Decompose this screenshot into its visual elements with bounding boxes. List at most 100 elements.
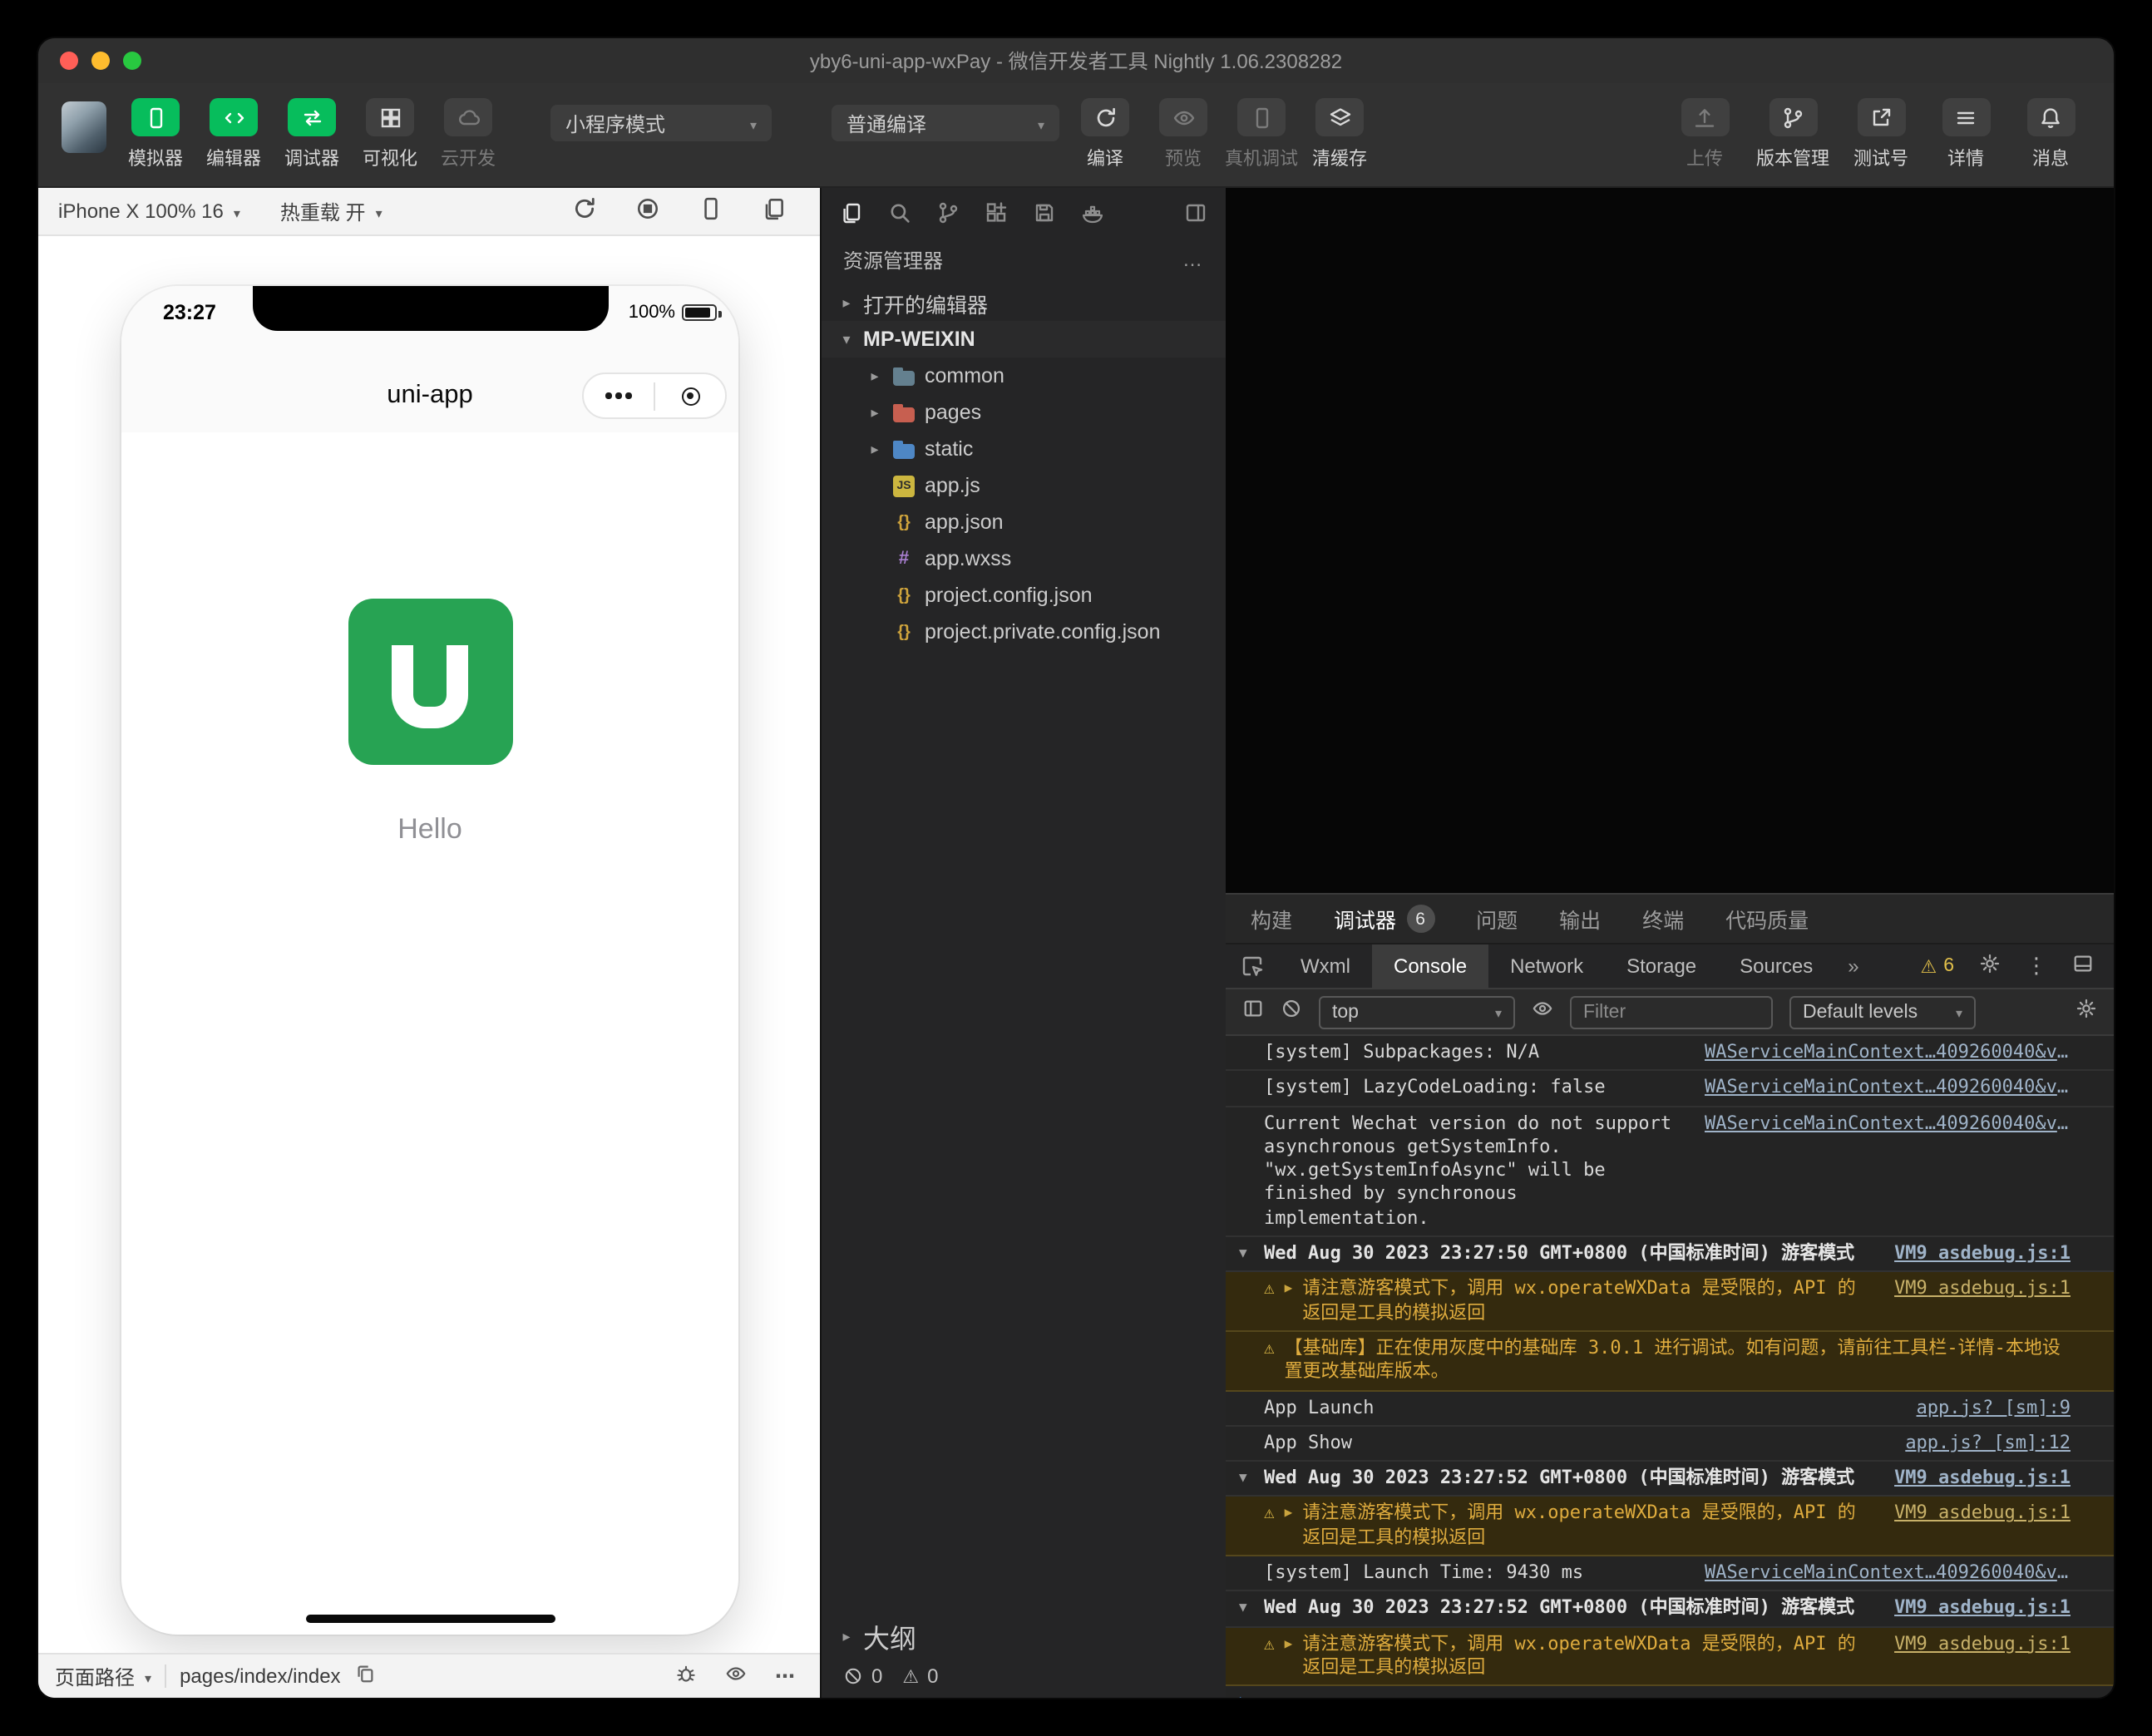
expand-caret-icon[interactable]: ▼ xyxy=(1239,1597,1254,1618)
clear-console-icon[interactable] xyxy=(1281,997,1302,1027)
tree-caret-icon[interactable]: ▸ xyxy=(866,440,883,458)
source-link[interactable]: app.js? [sm]:12 xyxy=(1888,1432,2071,1456)
compile-button[interactable]: 编译 xyxy=(1066,98,1144,171)
test-account-button[interactable]: 测试号 xyxy=(1844,98,1918,171)
inspect-icon[interactable] xyxy=(1226,944,1279,988)
page-path-select[interactable]: 页面路径 xyxy=(55,1662,151,1690)
editor-button[interactable]: 编辑器 xyxy=(195,98,273,171)
source-link[interactable]: WAServiceMainContext…409260040&v=3.0.1:1 xyxy=(1688,1561,2071,1586)
eye-icon[interactable] xyxy=(725,1663,747,1689)
more-icon[interactable]: ⋯ xyxy=(775,1664,797,1688)
tree-row[interactable]: ▸ pages xyxy=(822,394,1226,431)
preview-button[interactable]: 预览 xyxy=(1144,98,1222,171)
source-link[interactable]: WAServiceMainContext…409260040&v=3.0.1:1 xyxy=(1688,1112,2071,1136)
devtools-tab[interactable]: Network xyxy=(1488,944,1605,988)
close-window-button[interactable] xyxy=(60,52,78,70)
hot-reload-toggle[interactable]: 热重载 开 xyxy=(280,197,383,225)
user-avatar[interactable] xyxy=(62,101,106,153)
expand-caret-icon[interactable]: ▶ xyxy=(1285,1278,1293,1299)
search-icon[interactable] xyxy=(888,201,911,224)
devtools-tab[interactable]: Storage xyxy=(1605,944,1718,988)
tree-row[interactable]: ▾ MP-WEIXIN xyxy=(822,321,1226,358)
version-button[interactable]: 版本管理 xyxy=(1753,98,1833,171)
files-icon[interactable] xyxy=(840,201,863,224)
minimize-window-button[interactable] xyxy=(91,52,110,70)
capsule-home-button[interactable] xyxy=(655,374,725,417)
tree-row[interactable]: ▸ static xyxy=(822,431,1226,467)
console-settings-gear-icon[interactable] xyxy=(2075,997,2097,1027)
device-debug-button[interactable]: 真机调试 xyxy=(1222,98,1301,171)
issues-counter[interactable]: ⚠ 6 xyxy=(1920,955,1954,977)
source-link[interactable]: VM9 asdebug.js:1 xyxy=(1878,1242,2071,1266)
gear-icon[interactable] xyxy=(1979,953,2001,979)
clear-cache-button[interactable]: 清缓存 xyxy=(1301,98,1379,171)
copy-icon[interactable] xyxy=(354,1663,376,1689)
split-panel-icon[interactable] xyxy=(1184,201,1207,224)
record-icon[interactable] xyxy=(635,196,660,226)
filter-input[interactable] xyxy=(1570,995,1773,1028)
source-link[interactable]: VM9 asdebug.js:1 xyxy=(1878,1597,2071,1621)
devtools-tab[interactable]: Wxml xyxy=(1279,944,1372,988)
simulator-button[interactable]: 模拟器 xyxy=(116,98,195,171)
cloud-dev-button[interactable]: 云开发 xyxy=(429,98,507,171)
upload-button[interactable]: 上传 xyxy=(1668,98,1741,171)
debugger-tab[interactable]: 输出 xyxy=(1559,903,1601,935)
devtools-tab[interactable]: Console xyxy=(1372,944,1489,988)
debugger-button[interactable]: 调试器 xyxy=(273,98,351,171)
expand-caret-icon[interactable]: ▶ xyxy=(1285,1632,1293,1653)
debugger-tab[interactable]: 终端 xyxy=(1642,903,1684,935)
expand-caret-icon[interactable]: ▶ xyxy=(1285,1502,1293,1523)
source-link[interactable]: VM9 asdebug.js:1 xyxy=(1878,1278,2071,1302)
log-levels-select[interactable]: Default levels xyxy=(1789,995,1976,1028)
context-select[interactable]: top xyxy=(1319,995,1515,1028)
debugger-tab[interactable]: 代码质量 xyxy=(1725,903,1809,935)
console-log[interactable]: [system] Subpackages: N/A WAServiceMainC… xyxy=(1226,1036,2114,1698)
refresh-icon[interactable] xyxy=(572,196,597,226)
mode-select[interactable]: 小程序模式 xyxy=(550,105,772,141)
warning-counter[interactable]: ⚠ 0 xyxy=(902,1664,938,1688)
tree-caret-icon[interactable]: ▸ xyxy=(866,367,883,385)
tree-row[interactable]: ▸ common xyxy=(822,358,1226,394)
dock-icon[interactable] xyxy=(2072,953,2094,979)
debugger-tab[interactable]: 构建 xyxy=(1251,903,1292,935)
tree-caret-icon[interactable]: ▸ xyxy=(838,293,855,312)
debug-icon[interactable] xyxy=(675,1663,697,1689)
save-icon[interactable] xyxy=(1033,201,1056,224)
source-link[interactable]: WAServiceMainContext…409260040&v=3.0.1:1 xyxy=(1688,1077,2071,1101)
device-select[interactable]: iPhone X 100% 16 xyxy=(58,200,240,223)
expand-caret-icon[interactable]: > xyxy=(1239,1691,1254,1698)
source-link[interactable]: VM9 asdebug.js:1 xyxy=(1878,1467,2071,1491)
tree-caret-icon[interactable]: ▸ xyxy=(838,1627,855,1645)
tree-row[interactable]: app.json xyxy=(822,504,1226,540)
expand-caret-icon[interactable]: ▼ xyxy=(1239,1242,1254,1263)
outline-row[interactable]: ▸ 大纲 xyxy=(822,1618,1226,1655)
source-link[interactable]: app.js? [sm]:9 xyxy=(1900,1396,2071,1420)
branch-icon[interactable] xyxy=(936,201,960,224)
tree-row[interactable]: project.private.config.json xyxy=(822,614,1226,650)
source-link[interactable]: VM9 asdebug.js:1 xyxy=(1878,1632,2071,1656)
docker-icon[interactable] xyxy=(1081,201,1104,224)
source-link[interactable]: VM9 asdebug.js:1 xyxy=(1878,1502,2071,1526)
console-sidebar-icon[interactable] xyxy=(1242,997,1264,1027)
build-select[interactable]: 普通编译 xyxy=(832,105,1059,141)
details-button[interactable]: 详情 xyxy=(1929,98,2002,171)
capsule-more-button[interactable] xyxy=(584,374,654,417)
source-link[interactable]: WAServiceMainContext…409260040&v=3.0.1:1 xyxy=(1688,1041,2071,1065)
tree-row[interactable]: project.config.json xyxy=(822,577,1226,614)
visual-button[interactable]: 可视化 xyxy=(351,98,429,171)
messages-button[interactable]: 消息 xyxy=(2014,98,2087,171)
extensions-icon[interactable] xyxy=(985,201,1008,224)
tree-row[interactable]: app.js xyxy=(822,467,1226,504)
tree-row[interactable]: ▸ 打开的编辑器 xyxy=(822,284,1226,321)
device-icon[interactable] xyxy=(698,196,723,226)
tree-caret-icon[interactable]: ▾ xyxy=(838,330,855,348)
debugger-tab[interactable]: 问题 xyxy=(1476,903,1518,935)
zoom-window-button[interactable] xyxy=(123,52,141,70)
more-actions-icon[interactable]: … xyxy=(1182,248,1204,271)
expand-caret-icon[interactable]: ▼ xyxy=(1239,1467,1254,1487)
phone-frame[interactable]: 23:27 100% uni-app Hello xyxy=(121,286,738,1635)
debugger-tab[interactable]: 调试器 6 xyxy=(1334,903,1435,935)
error-counter[interactable]: 0 xyxy=(843,1664,882,1688)
tree-row[interactable]: app.wxss xyxy=(822,540,1226,577)
tree-caret-icon[interactable]: ▸ xyxy=(866,403,883,422)
